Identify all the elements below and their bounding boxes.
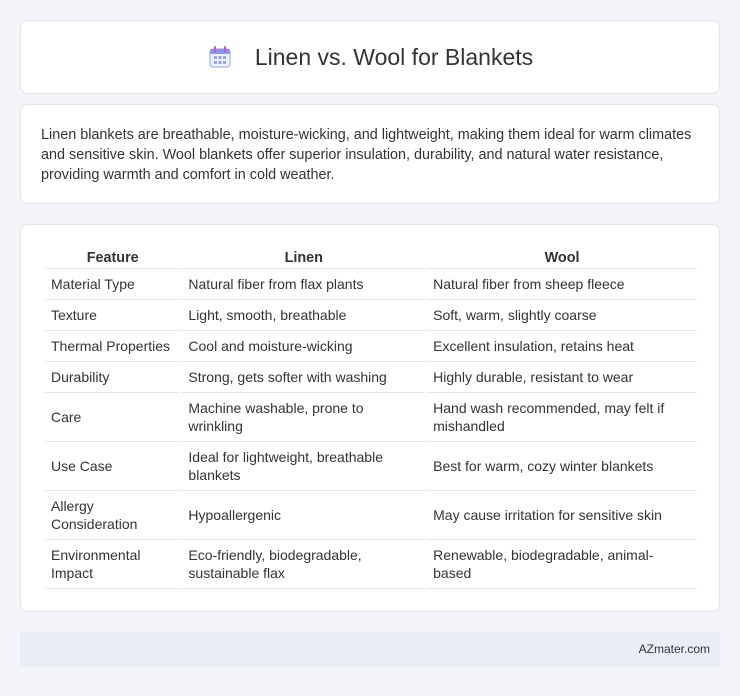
wool-cell: Soft, warm, slightly coarse — [427, 300, 697, 331]
wool-cell: May cause irritation for sensitive skin — [427, 491, 697, 540]
table-row: Texture Light, smooth, breathable Soft, … — [45, 300, 697, 331]
title-card: Linen vs. Wool for Blankets — [20, 20, 720, 94]
wool-cell: Natural fiber from sheep fleece — [427, 269, 697, 300]
feature-cell: Use Case — [45, 442, 181, 491]
linen-cell: Light, smooth, breathable — [182, 300, 426, 331]
feature-cell: Care — [45, 393, 181, 442]
wool-cell: Hand wash recommended, may felt if misha… — [427, 393, 697, 442]
summary-text: Linen blankets are breathable, moisture-… — [41, 127, 692, 183]
feature-cell: Thermal Properties — [45, 331, 181, 362]
table-row: Thermal Properties Cool and moisture-wic… — [45, 331, 697, 362]
calendar-icon — [207, 44, 233, 70]
header-feature: Feature — [45, 247, 181, 269]
table-row: Use Case Ideal for lightweight, breathab… — [45, 442, 697, 491]
comparison-card: Feature Linen Wool Material Type Natural… — [20, 224, 720, 612]
comparison-table: Feature Linen Wool Material Type Natural… — [43, 247, 699, 589]
table-row: Care Machine washable, prone to wrinklin… — [45, 393, 697, 442]
footer-link[interactable]: AZmater.com — [639, 642, 710, 656]
wool-cell: Excellent insulation, retains heat — [427, 331, 697, 362]
table-row: Environmental Impact Eco-friendly, biode… — [45, 540, 697, 589]
wool-cell: Renewable, biodegradable, animal-based — [427, 540, 697, 589]
header-linen: Linen — [182, 247, 426, 269]
linen-cell: Strong, gets softer with washing — [182, 362, 426, 393]
feature-cell: Material Type — [45, 269, 181, 300]
feature-cell: Allergy Consideration — [45, 491, 181, 540]
feature-cell: Durability — [45, 362, 181, 393]
wool-cell: Best for warm, cozy winter blankets — [427, 442, 697, 491]
linen-cell: Natural fiber from flax plants — [182, 269, 426, 300]
linen-cell: Hypoallergenic — [182, 491, 426, 540]
linen-cell: Ideal for lightweight, breathable blanke… — [182, 442, 426, 491]
feature-cell: Environmental Impact — [45, 540, 181, 589]
table-row: Material Type Natural fiber from flax pl… — [45, 269, 697, 300]
table-row: Allergy Consideration Hypoallergenic May… — [45, 491, 697, 540]
footer: AZmater.com — [20, 632, 720, 666]
header-wool: Wool — [427, 247, 697, 269]
wool-cell: Highly durable, resistant to wear — [427, 362, 697, 393]
linen-cell: Cool and moisture-wicking — [182, 331, 426, 362]
linen-cell: Eco-friendly, biodegradable, sustainable… — [182, 540, 426, 589]
table-header-row: Feature Linen Wool — [45, 247, 697, 269]
page-title: Linen vs. Wool for Blankets — [254, 43, 534, 70]
summary-card: Linen blankets are breathable, moisture-… — [20, 104, 720, 204]
table-row: Durability Strong, gets softer with wash… — [45, 362, 697, 393]
linen-cell: Machine washable, prone to wrinkling — [182, 393, 426, 442]
feature-cell: Texture — [45, 300, 181, 331]
